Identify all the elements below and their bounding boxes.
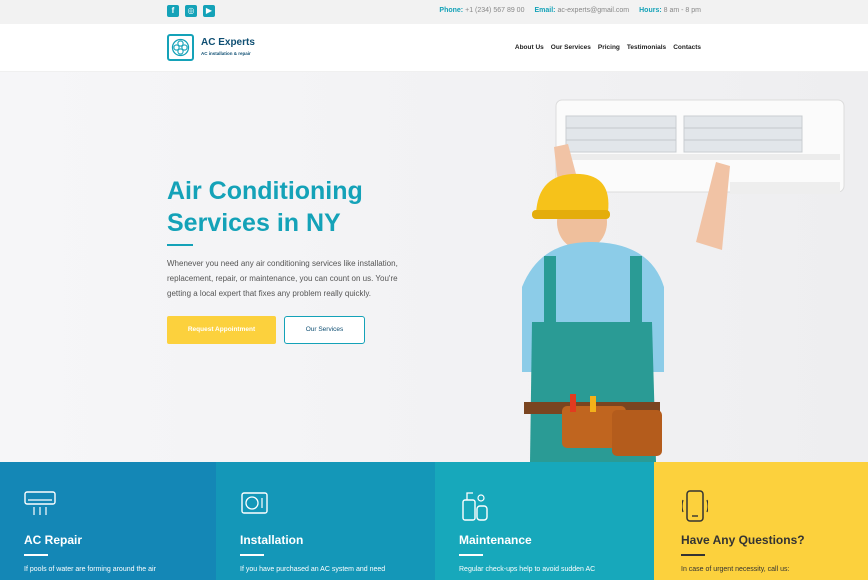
logo-icon[interactable] [167,34,194,61]
nav-about-us[interactable]: About Us [515,44,544,51]
hero-title: Air Conditioning Services in NY [167,177,363,237]
hero-divider [167,244,193,246]
questions-divider [681,554,705,556]
main-nav: About Us Our Services Pricing Testimonia… [515,44,701,51]
service-title: AC Repair [24,533,83,547]
nav-contacts[interactable]: Contacts [673,44,701,51]
installation-icon [241,492,268,514]
service-installation[interactable]: Installation If you have purchased an AC… [216,462,435,580]
phone-icon [682,490,708,522]
hours-value: 8 am - 8 pm [663,7,701,14]
hero-section: Air Conditioning Services in NY Whenever… [0,72,868,462]
nav-testimonials[interactable]: Testimonials [627,44,666,51]
technician-illustration [522,99,845,462]
hero-description: Whenever you need any air conditioning s… [167,259,398,298]
facebook-icon[interactable]: f [167,5,179,17]
contact-hours: Hours: 8 am - 8 pm [639,7,701,14]
service-divider [240,554,264,556]
instagram-icon[interactable]: ◎ [185,5,197,17]
service-ac-repair[interactable]: AC Repair If pools of water are forming … [0,462,216,580]
email-value: ac-experts@gmail.com [557,7,630,14]
brand-tagline: AC installation & repair [201,51,251,56]
ac-unit-icon [24,491,56,515]
hours-label: Hours: [639,7,662,14]
top-bar: f ◎ ▶ Phone: +1 (234) 567 89 00 Email: a… [0,0,868,24]
request-appointment-button[interactable]: Request Appointment [167,316,276,344]
contact-info: Phone: +1 (234) 567 89 00 Email: ac-expe… [439,7,701,14]
youtube-icon[interactable]: ▶ [203,5,215,17]
questions-text: In case of urgent necessity, call us: [681,566,790,573]
service-maintenance[interactable]: Maintenance Regular check-ups help to av… [435,462,654,580]
maintenance-icon [462,492,488,521]
social-links: f ◎ ▶ [167,5,215,17]
questions-title: Have Any Questions? [681,533,805,547]
contact-phone[interactable]: Phone: +1 (234) 567 89 00 [439,7,524,14]
service-text: If pools of water are forming around the… [24,566,156,573]
service-divider [459,554,483,556]
brand-name[interactable]: AC Experts [201,37,255,48]
contact-email[interactable]: Email: ac-experts@gmail.com [534,7,629,14]
service-text: If you have purchased an AC system and n… [240,566,386,573]
our-services-button[interactable]: Our Services [284,316,365,344]
nav-pricing[interactable]: Pricing [598,44,620,51]
service-divider [24,554,48,556]
site-header: AC Experts AC installation & repair Abou… [0,24,868,72]
service-title: Maintenance [459,533,532,547]
nav-our-services[interactable]: Our Services [551,44,591,51]
phone-label: Phone: [439,7,464,14]
email-label: Email: [534,7,556,14]
phone-value: +1 (234) 567 89 00 [465,7,525,14]
service-title: Installation [240,533,304,547]
service-text: Regular check-ups help to avoid sudden A… [459,566,596,573]
questions-panel: Have Any Questions? In case of urgent ne… [654,462,868,580]
